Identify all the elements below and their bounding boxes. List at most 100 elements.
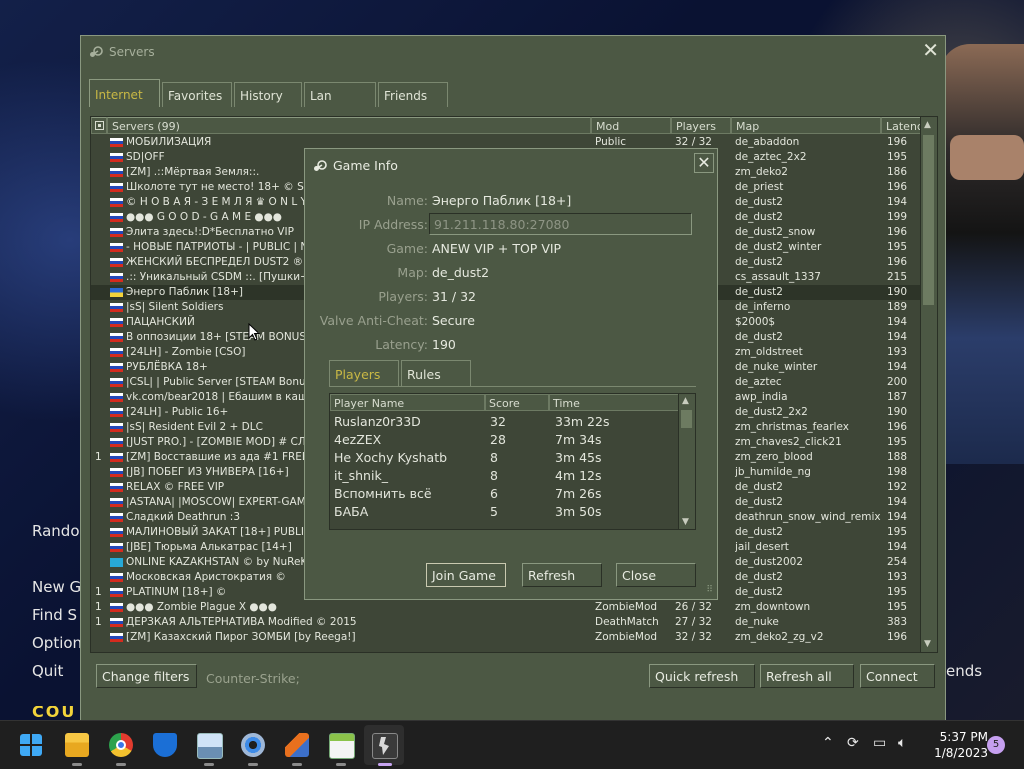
- taskbar: ⌃ ⟳ ▭ 🔈︎ 5:37 PM 1/8/2023 5: [0, 720, 1024, 769]
- info-ip-row: IP Address:: [305, 213, 719, 237]
- flag-icon: [110, 573, 123, 582]
- player-name: БАБА: [334, 504, 369, 519]
- scroll-up-icon[interactable]: ▲: [682, 396, 689, 406]
- server-map: de_priest: [735, 181, 784, 193]
- close-button[interactable]: Close: [616, 563, 696, 587]
- paint-icon[interactable]: [285, 733, 309, 757]
- running-indicator: [204, 763, 214, 766]
- server-map: de_nuke: [735, 616, 779, 628]
- server-map: de_dust2_snow: [735, 226, 816, 238]
- server-row[interactable]: [ZM] Казахский Пирог ЗОМБИ [by Reega!] Zo…: [91, 630, 921, 645]
- sync-icon[interactable]: ⟳: [847, 735, 859, 751]
- running-indicator: [292, 763, 302, 766]
- server-map: $2000$: [735, 316, 776, 328]
- bg-menu-find-servers: Find S: [32, 606, 78, 624]
- flag-icon: [110, 228, 123, 237]
- header-lock[interactable]: [91, 117, 107, 134]
- server-row[interactable]: 1 ДЕРЗКАЯ АЛЬТЕРНАТИВА Modified © 2015 Dea…: [91, 615, 921, 630]
- player-row[interactable]: Вспомнить всё 6 7m 26s: [330, 486, 680, 504]
- file-explorer-icon[interactable]: [65, 733, 89, 757]
- server-name: ДЕРЗКАЯ АЛЬТЕРНАТИВА Modified © 2015: [126, 616, 357, 628]
- tab-favorites[interactable]: Favorites: [162, 82, 232, 107]
- tab-lan[interactable]: Lan: [304, 82, 376, 107]
- flag-icon: [110, 168, 123, 177]
- flag-icon: [110, 543, 123, 552]
- scroll-down-icon[interactable]: ▼: [924, 639, 931, 649]
- player-row[interactable]: Не Xochy Kyshatb 8 3m 45s: [330, 450, 680, 468]
- header-mod[interactable]: Mod: [591, 117, 671, 134]
- tab-internet[interactable]: Internet: [89, 79, 160, 107]
- server-tabs: Internet Favorites History Lan Friends: [89, 79, 450, 107]
- photos-icon[interactable]: [197, 733, 223, 759]
- header-score[interactable]: Score: [485, 394, 549, 411]
- tab-rules[interactable]: Rules: [401, 360, 471, 386]
- connect-button[interactable]: Connect: [860, 664, 935, 688]
- flag-icon: [110, 153, 123, 162]
- player-time: 3m 45s: [555, 450, 602, 465]
- header-player-name[interactable]: Player Name: [330, 394, 485, 411]
- player-row[interactable]: Ruslanz0r33D 32 33m 22s: [330, 414, 680, 432]
- refresh-all-button[interactable]: Refresh all: [760, 664, 854, 688]
- counter-strike-icon[interactable]: [372, 733, 398, 759]
- flag-icon: [110, 318, 123, 327]
- player-row[interactable]: 4ezZEX 28 7m 34s: [330, 432, 680, 450]
- chrome-icon[interactable]: [109, 733, 133, 757]
- bg-menu-options: Option: [32, 634, 83, 652]
- flag-icon: [110, 618, 123, 627]
- notepad-icon[interactable]: [329, 733, 355, 759]
- game-info-dialog: Game Info ✕ Name: Энерго Паблик [18+] IP…: [304, 148, 718, 600]
- server-map: de_aztec: [735, 376, 782, 388]
- settings-icon[interactable]: [241, 733, 265, 757]
- scroll-down-icon[interactable]: ▼: [682, 517, 689, 527]
- volume-icon[interactable]: 🔈︎: [898, 735, 906, 751]
- info-players-value: 31 / 32: [432, 289, 476, 304]
- flag-icon: [110, 558, 123, 567]
- server-map: de_dust2: [735, 481, 783, 493]
- player-score: 28: [490, 432, 506, 447]
- player-time: 3m 50s: [555, 504, 602, 519]
- player-score: 5: [490, 504, 498, 519]
- player-row[interactable]: БАБА 5 3m 50s: [330, 504, 680, 522]
- ip-address-field[interactable]: [429, 213, 692, 235]
- scrollbar-thumb[interactable]: [923, 135, 934, 305]
- player-row[interactable]: it_shnik_ 8 4m 12s: [330, 468, 680, 486]
- header-players[interactable]: Players: [671, 117, 731, 134]
- window-close-button[interactable]: ✕: [922, 40, 939, 60]
- player-list-scrollbar[interactable]: ▲ ▼: [678, 394, 695, 529]
- info-vac-row: Valve Anti-Cheat: Secure: [305, 313, 719, 333]
- tab-history[interactable]: History: [234, 82, 302, 107]
- refresh-button[interactable]: Refresh: [522, 563, 602, 587]
- flag-icon: [110, 198, 123, 207]
- notification-badge[interactable]: 5: [987, 736, 1005, 754]
- start-icon[interactable]: [20, 734, 42, 756]
- join-game-button[interactable]: Join Game: [426, 563, 506, 587]
- header-servers[interactable]: Servers (99): [107, 117, 591, 134]
- network-icon[interactable]: ▭: [873, 735, 886, 751]
- dialog-close-button[interactable]: ✕: [694, 153, 714, 173]
- change-filters-button[interactable]: Change filters: [96, 664, 197, 688]
- header-latency[interactable]: Latency: [881, 117, 923, 134]
- defender-icon[interactable]: [153, 733, 177, 757]
- header-map[interactable]: Map: [731, 117, 881, 134]
- server-row[interactable]: 1 ●●● Zombie Plague X ●●● ZombieMod 26 / 32…: [91, 600, 921, 615]
- server-name: [ZM] Казахский Пирог ЗОМБИ [by Reega!]: [126, 631, 356, 643]
- taskbar-clock[interactable]: 5:37 PM 1/8/2023: [930, 729, 988, 761]
- scroll-up-icon[interactable]: ▲: [924, 120, 931, 130]
- tab-players[interactable]: Players: [329, 360, 399, 386]
- info-latency-row: Latency: 190: [305, 337, 719, 357]
- server-map: de_dust2: [735, 211, 783, 223]
- info-latency-value: 190: [432, 337, 456, 352]
- info-map-row: Map: de_dust2: [305, 265, 719, 285]
- server-map: de_abaddon: [735, 136, 800, 148]
- server-list-scrollbar[interactable]: ▲ ▼: [920, 117, 937, 652]
- header-time[interactable]: Time: [549, 394, 679, 411]
- tab-friends[interactable]: Friends: [378, 82, 448, 107]
- quick-refresh-button[interactable]: Quick refresh: [649, 664, 755, 688]
- flag-icon: [110, 453, 123, 462]
- resize-grip-icon[interactable]: ⠿: [706, 585, 713, 595]
- scrollbar-thumb[interactable]: [681, 410, 692, 428]
- flag-icon: [110, 528, 123, 537]
- chevron-up-icon[interactable]: ⌃: [822, 735, 834, 751]
- server-mod: ZombieMod: [595, 631, 658, 643]
- flag-icon: [110, 423, 123, 432]
